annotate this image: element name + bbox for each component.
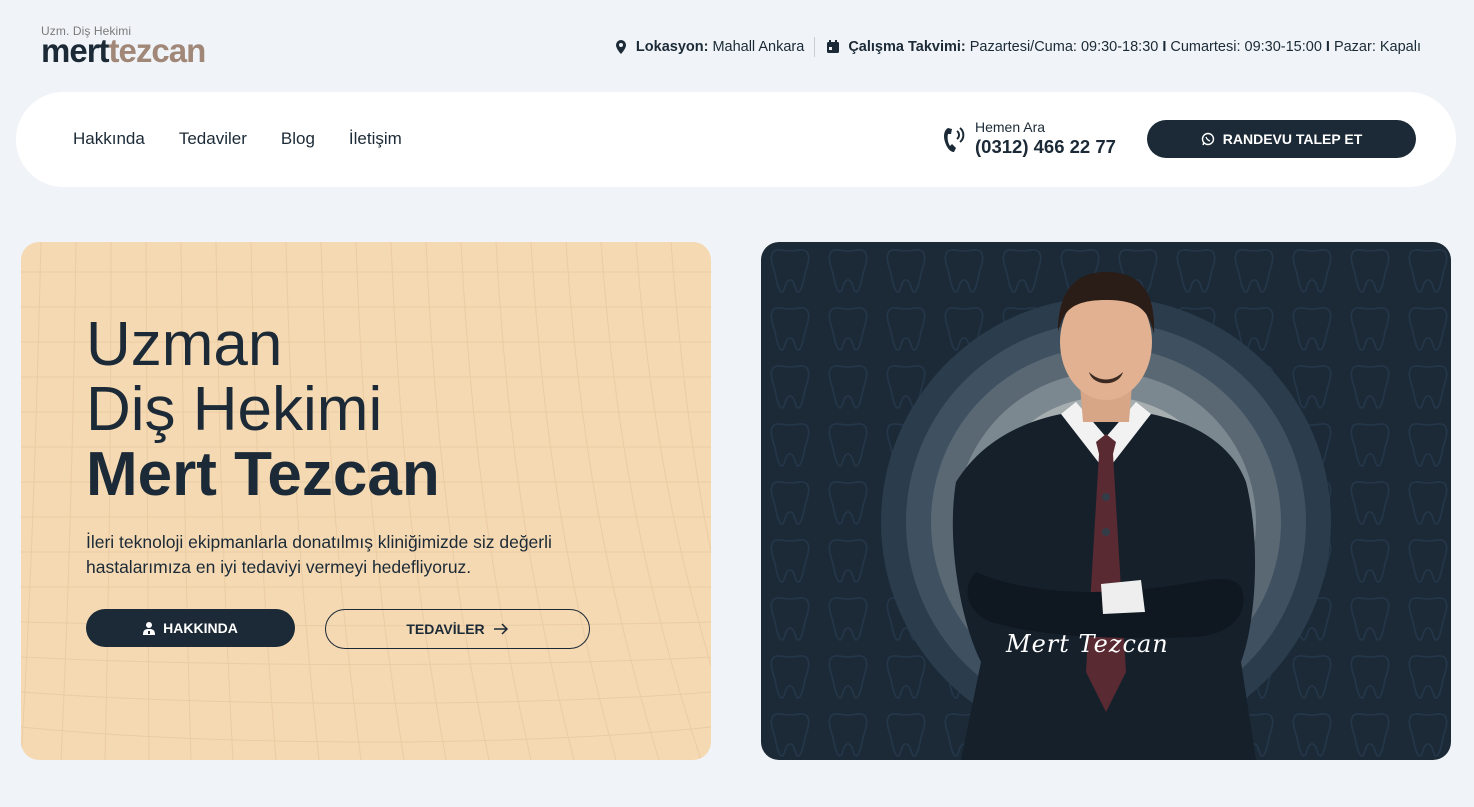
nav-links: Hakkında Tedaviler Blog İletişim — [73, 129, 402, 149]
nav-item-hakkinda[interactable]: Hakkında — [73, 129, 145, 149]
phone-ringing-icon — [944, 127, 965, 152]
doctor-user-icon — [143, 622, 156, 635]
schedule-saturday: Cumartesi: 09:30-15:00 — [1170, 39, 1322, 55]
nav-item-blog[interactable]: Blog — [281, 129, 315, 149]
nav-item-iletisim[interactable]: İletişim — [349, 129, 402, 149]
phone-contact[interactable]: Hemen Ara (0312) 466 22 77 — [942, 119, 1116, 159]
treatments-button-label: TEDAVİLER — [406, 621, 485, 637]
calendar-icon — [827, 40, 840, 53]
doctor-portrait-image — [761, 242, 1451, 760]
main-navigation: Hakkında Tedaviler Blog İletişim Hemen A… — [16, 92, 1456, 187]
schedule-label: Çalışma Takvimi: — [848, 39, 966, 55]
schedule-separator: I — [1162, 39, 1167, 55]
brand-logo[interactable]: Uzm. Diş Hekimi merttezcan — [41, 24, 206, 67]
schedule-weekday: Pazartesi/Cuma: 09:30-18:30 — [969, 39, 1159, 55]
location-pin-icon — [615, 40, 626, 54]
schedule-sunday: Pazar: Kapalı — [1333, 39, 1421, 55]
divider — [814, 37, 816, 57]
arrow-right-icon — [493, 623, 508, 635]
hero-description: İleri teknoloji ekipmanlarla donatılmış … — [86, 532, 552, 577]
appointment-request-button[interactable]: RANDEVU TALEP ET — [1147, 120, 1416, 158]
top-info-bar: Lokasyon: Mahall Ankara Çalışma Takvimi:… — [613, 37, 1421, 57]
schedule-separator: I — [1325, 39, 1330, 55]
hero-title-line1: Uzman — [86, 310, 283, 379]
phone-label: Hemen Ara — [975, 119, 1046, 135]
appointment-request-label: RANDEVU TALEP ET — [1222, 131, 1363, 147]
hero-title: Uzman Diş Hekimi Mert Tezcan — [86, 312, 440, 507]
brand-wordmark: merttezcan — [41, 34, 206, 67]
doctor-portrait-card: Mert Tezcan — [761, 242, 1451, 760]
hero-title-line3: Mert Tezcan — [86, 440, 440, 509]
brand-name-first: mert — [41, 32, 110, 69]
hero-title-line2: Diş Hekimi — [86, 375, 383, 444]
brand-name-second: tezcan — [108, 32, 207, 69]
nav-item-tedaviler[interactable]: Tedaviler — [179, 129, 247, 149]
about-button[interactable]: HAKKINDA — [86, 609, 295, 647]
phone-number[interactable]: (0312) 466 22 77 — [975, 135, 1116, 159]
signature-text: Mert Tezcan — [1006, 630, 1169, 658]
hero-intro-card: Uzman Diş Hekimi Mert Tezcan İleri tekno… — [21, 242, 711, 760]
treatments-button[interactable]: TEDAVİLER — [325, 609, 590, 649]
location-label: Lokasyon: — [635, 39, 709, 55]
about-button-label: HAKKINDA — [163, 620, 238, 636]
whatsapp-icon — [1201, 132, 1214, 146]
location-value: Mahall Ankara — [712, 39, 805, 55]
